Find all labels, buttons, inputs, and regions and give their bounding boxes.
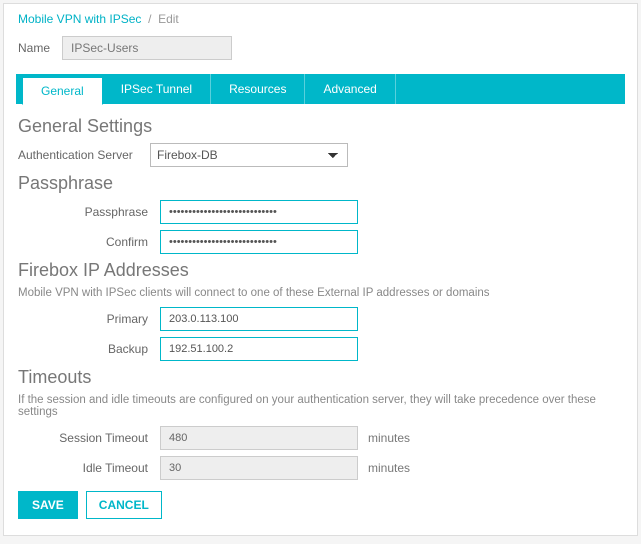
backup-row: Backup bbox=[18, 337, 623, 361]
breadcrumb-current: Edit bbox=[158, 12, 179, 26]
auth-server-row: Authentication Server Firebox-DB bbox=[18, 143, 623, 167]
breadcrumb: Mobile VPN with IPSec / Edit bbox=[18, 12, 623, 26]
tab-general[interactable]: General bbox=[22, 77, 103, 105]
button-bar: SAVE CANCEL bbox=[18, 491, 162, 519]
firebox-ip-help: Mobile VPN with IPSec clients will conne… bbox=[18, 287, 623, 299]
idle-timeout-input[interactable] bbox=[160, 456, 358, 480]
idle-timeout-label: Idle Timeout bbox=[18, 461, 160, 475]
session-timeout-label: Session Timeout bbox=[18, 431, 160, 445]
backup-label: Backup bbox=[18, 342, 160, 356]
cancel-button[interactable]: CANCEL bbox=[86, 491, 162, 519]
backup-input[interactable] bbox=[160, 337, 358, 361]
timeouts-help: If the session and idle timeouts are con… bbox=[18, 394, 623, 418]
confirm-input[interactable] bbox=[160, 230, 358, 254]
session-timeout-row: Session Timeout minutes bbox=[18, 426, 623, 450]
firebox-ip-heading: Firebox IP Addresses bbox=[18, 260, 623, 281]
passphrase-label: Passphrase bbox=[18, 205, 160, 219]
session-timeout-units: minutes bbox=[368, 431, 410, 445]
breadcrumb-sep: / bbox=[145, 12, 158, 26]
auth-server-label: Authentication Server bbox=[18, 148, 150, 162]
name-label: Name bbox=[18, 41, 50, 55]
confirm-label: Confirm bbox=[18, 235, 160, 249]
idle-timeout-units: minutes bbox=[368, 461, 410, 475]
primary-row: Primary bbox=[18, 307, 623, 331]
tab-advanced[interactable]: Advanced bbox=[305, 74, 395, 104]
save-button[interactable]: SAVE bbox=[18, 491, 78, 519]
passphrase-heading: Passphrase bbox=[18, 173, 623, 194]
name-row: Name bbox=[18, 36, 623, 60]
auth-server-select[interactable]: Firebox-DB bbox=[150, 143, 348, 167]
general-settings-heading: General Settings bbox=[18, 116, 623, 137]
primary-input[interactable] bbox=[160, 307, 358, 331]
passphrase-input[interactable] bbox=[160, 200, 358, 224]
tab-ipsec-tunnel[interactable]: IPSec Tunnel bbox=[103, 74, 211, 104]
name-input[interactable] bbox=[62, 36, 232, 60]
confirm-row: Confirm bbox=[18, 230, 623, 254]
edit-panel: Mobile VPN with IPSec / Edit Name Genera… bbox=[3, 3, 638, 536]
session-timeout-input[interactable] bbox=[160, 426, 358, 450]
timeouts-heading: Timeouts bbox=[18, 367, 623, 388]
tab-bar: General IPSec Tunnel Resources Advanced bbox=[16, 74, 625, 104]
breadcrumb-root-link[interactable]: Mobile VPN with IPSec bbox=[18, 12, 141, 26]
idle-timeout-row: Idle Timeout minutes bbox=[18, 456, 623, 480]
tab-resources[interactable]: Resources bbox=[211, 74, 305, 104]
passphrase-row: Passphrase bbox=[18, 200, 623, 224]
primary-label: Primary bbox=[18, 312, 160, 326]
